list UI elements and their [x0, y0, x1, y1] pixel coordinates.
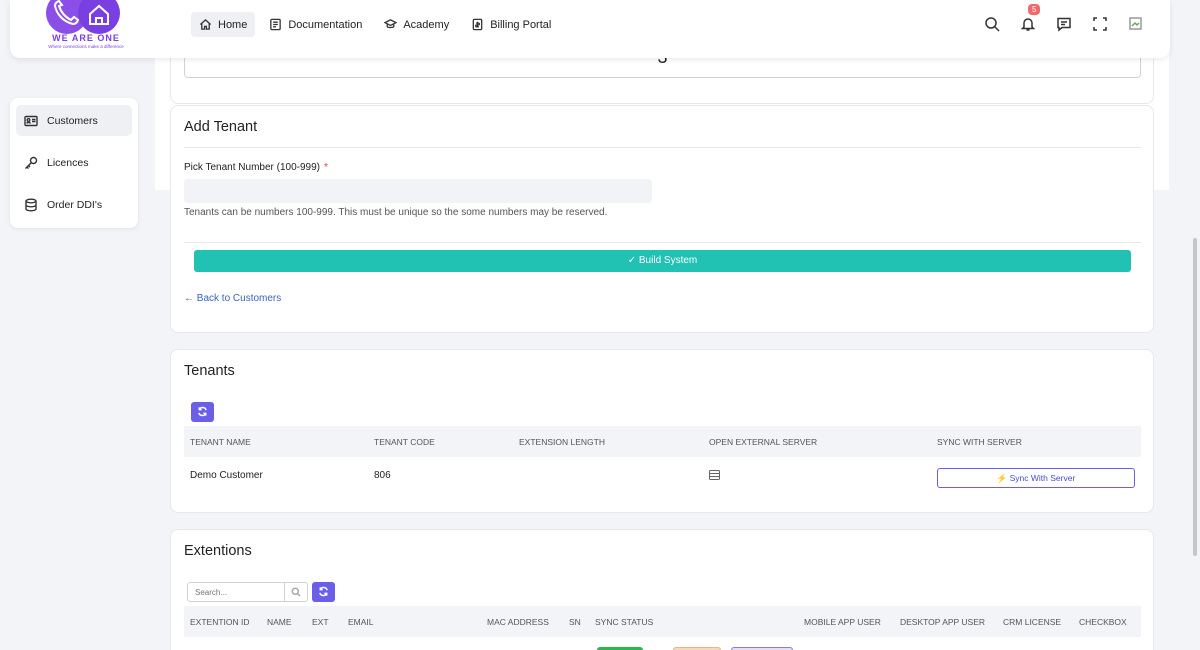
brand-name: WE ARE ONE — [52, 33, 120, 43]
main-nav: Home Documentation Academy Billing Porta… — [191, 12, 559, 37]
tenants-table-header: TENANT NAME TENANT CODE EXTENSION LENGTH… — [184, 426, 1141, 457]
search-button[interactable] — [285, 583, 307, 601]
id-card-icon — [24, 115, 38, 126]
column-header: SYNC STATUS — [595, 617, 654, 627]
sidebar-item-label: Order DDI's — [47, 198, 103, 211]
column-header: MOBILE APP USER — [804, 617, 881, 627]
tenant-code: 806 — [374, 470, 391, 481]
column-header: EXT — [312, 617, 329, 627]
tenant-number-label-text: Pick Tenant Number (100-999) — [184, 162, 320, 173]
column-header: EXTENTION ID — [190, 617, 250, 627]
page-scrollbar[interactable] — [1193, 238, 1197, 556]
nav-academy-label: Academy — [403, 18, 450, 31]
home-icon — [199, 18, 212, 30]
column-header: CRM LICENSE — [1003, 617, 1062, 627]
notification-badge: 5 — [1028, 4, 1041, 15]
tenant-name: Demo Customer — [190, 470, 263, 481]
add-tenant-card: Add Tenant Pick Tenant Number (100-999) *… — [170, 105, 1154, 333]
nav-billing-label: Billing Portal — [490, 18, 552, 31]
sidebar-item-label: Customers — [47, 114, 98, 127]
graduation-cap-icon — [384, 19, 398, 29]
sidebar-item-customers[interactable]: Customers — [16, 105, 132, 136]
extentions-card: Extentions EXTENTION ID NAME EXT EMAIL M… — [170, 529, 1154, 650]
tenants-refresh-button[interactable] — [191, 402, 214, 422]
extentions-refresh-button[interactable] — [312, 582, 335, 602]
sidebar-item-order-ddis[interactable]: Order DDI's — [16, 189, 132, 220]
search-icon — [985, 17, 1000, 32]
sidebar-item-licences[interactable]: Licences — [16, 147, 132, 178]
column-header: SN — [569, 617, 581, 627]
search-icon — [291, 587, 301, 597]
extentions-title: Extentions — [184, 543, 252, 559]
column-header: MAC ADDRESS — [487, 617, 549, 627]
invoice-icon — [472, 18, 483, 31]
tenant-number-input[interactable] — [184, 179, 652, 203]
column-header: TENANT NAME — [190, 437, 251, 447]
column-header: EMAIL — [348, 617, 374, 627]
column-header: SYNC WITH SERVER — [937, 437, 1022, 447]
top-navbar: WE ARE ONE Where connections make a diff… — [10, 0, 1170, 58]
sidebar-item-label: Licences — [47, 156, 89, 169]
divider — [184, 242, 1141, 243]
tenant-number-label: Pick Tenant Number (100-999) * — [184, 162, 328, 173]
database-icon — [25, 198, 37, 212]
notifications-button[interactable]: 5 — [1020, 4, 1041, 32]
nav-academy[interactable]: Academy — [376, 12, 457, 37]
home-logo-icon — [78, 0, 120, 34]
brand-tagline: Where connections make a difference — [48, 44, 124, 49]
table-row: Demo Customer 806 ⚡ Sync With Server — [184, 458, 1141, 492]
messages-button[interactable] — [1056, 16, 1072, 32]
broken-image-icon — [1129, 17, 1142, 30]
tenant-number-help: Tenants can be numbers 100-999. This mus… — [184, 207, 608, 218]
column-header: EXTENSION LENGTH — [519, 437, 605, 447]
sidebar: Customers Licences Order DDI's — [10, 98, 138, 228]
back-to-customers-link[interactable]: ← Back to Customers — [184, 293, 281, 304]
column-header: NAME — [267, 617, 292, 627]
divider — [184, 147, 1141, 148]
document-icon — [270, 18, 282, 31]
tenants-card: Tenants TENANT NAME TENANT CODE EXTENSIO… — [170, 349, 1154, 513]
column-header: TENANT CODE — [374, 437, 435, 447]
chat-icon — [1057, 17, 1071, 32]
right-gutter — [1169, 0, 1200, 190]
extentions-table-header: EXTENTION ID NAME EXT EMAIL MAC ADDRESS … — [184, 606, 1141, 637]
tenants-title: Tenants — [184, 363, 235, 379]
nav-documentation[interactable]: Documentation — [261, 12, 370, 37]
search-input[interactable] — [188, 583, 285, 601]
column-header: CHECKBOX — [1079, 617, 1127, 627]
fullscreen-icon — [1093, 17, 1107, 31]
sync-with-server-button[interactable]: ⚡ Sync With Server — [937, 468, 1135, 488]
add-tenant-title: Add Tenant — [184, 119, 258, 135]
refresh-icon — [319, 586, 328, 597]
nav-billing-portal[interactable]: Billing Portal — [463, 12, 559, 37]
required-mark: * — [324, 162, 328, 173]
bell-icon — [1020, 18, 1036, 31]
server-icon[interactable] — [709, 470, 720, 480]
header-actions: 5 — [984, 4, 1144, 32]
build-system-button[interactable]: ✓ Build System — [194, 250, 1131, 272]
refresh-icon — [198, 406, 207, 417]
extentions-search — [187, 582, 308, 602]
column-header: DESKTOP APP USER — [900, 617, 986, 627]
column-header: OPEN EXTERNAL SERVER — [709, 437, 818, 447]
search-button[interactable] — [984, 16, 1000, 32]
nav-home-label: Home — [218, 18, 248, 31]
nav-home[interactable]: Home — [191, 12, 256, 37]
user-avatar[interactable] — [1128, 16, 1144, 32]
brand-logo[interactable]: WE ARE ONE Where connections make a diff… — [44, 0, 128, 58]
key-icon — [25, 156, 38, 169]
fullscreen-button[interactable] — [1092, 16, 1108, 32]
nav-documentation-label: Documentation — [288, 18, 363, 31]
